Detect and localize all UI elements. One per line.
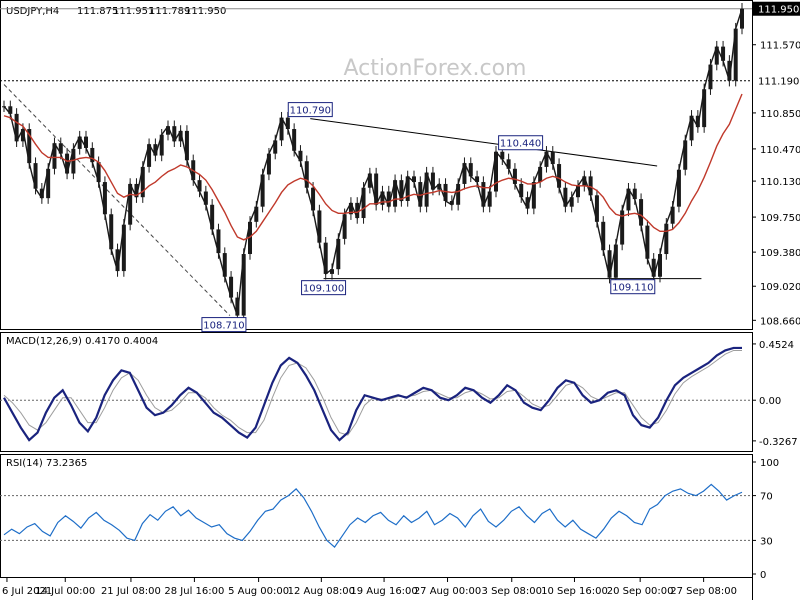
time-tick-label: 28 Jul 16:00	[164, 586, 224, 597]
price-tick-label: 109.020	[760, 282, 800, 293]
chart-svg: ActionForex.com USDJPY,H4 111.875 111.95…	[0, 0, 800, 600]
pivot-label-text: 110.440	[500, 139, 541, 150]
level-label: 111.190	[758, 77, 799, 88]
time-tick-label: 21 Jul 08:00	[101, 586, 161, 597]
macd-tick-label: 0.4524	[759, 340, 794, 351]
pivot-label-text: 108.710	[203, 321, 244, 332]
time-tick-label: 5 Aug 00:00	[228, 586, 289, 597]
time-tick-label: 14 Jul 00:00	[35, 586, 95, 597]
price-tick-label: 111.570	[760, 41, 800, 52]
macd-tick-label: 0.00	[759, 396, 781, 407]
time-tick-label: 3 Sep 08:00	[482, 586, 542, 597]
macd-tick-label: -0.3267	[759, 437, 798, 448]
price-tick-label: 110.130	[760, 177, 800, 188]
rsi-tick-label: 70	[760, 492, 773, 503]
time-tick-label: 12 Aug 08:00	[288, 586, 355, 597]
close-value: 111.950	[185, 6, 226, 17]
symbol-header: USDJPY,H4	[6, 6, 59, 17]
rsi-header: RSI(14) 73.2365	[6, 458, 87, 469]
price-tick-label: 109.380	[760, 248, 800, 259]
usdjpy-chart: ActionForex.com USDJPY,H4 111.875 111.95…	[0, 0, 800, 600]
rsi-tick-label: 0	[760, 570, 766, 581]
price-tick-label: 110.850	[760, 109, 800, 120]
chart-background	[0, 0, 800, 600]
time-tick-label: 10 Sep 16:00	[541, 586, 608, 597]
watermark-text: ActionForex.com	[344, 56, 527, 81]
pivot-label-text: 109.110	[612, 283, 653, 294]
current-price-label: 111.950	[758, 5, 799, 16]
time-tick-label: 27 Aug 00:00	[414, 586, 481, 597]
pivot-label-text: 109.100	[303, 284, 344, 295]
time-tick-label: 19 Aug 16:00	[350, 586, 417, 597]
price-tick-label: 109.750	[760, 213, 800, 224]
time-tick-label: 27 Sep 08:00	[670, 586, 737, 597]
price-tick-label: 110.470	[760, 145, 800, 156]
rsi-tick-label: 30	[760, 536, 773, 547]
time-tick-label: 20 Sep 00:00	[607, 586, 674, 597]
rsi-tick-label: 100	[760, 458, 779, 469]
macd-header: MACD(12,26,9) 0.4170 0.4004	[6, 336, 158, 347]
price-tick-label: 108.660	[760, 316, 800, 327]
pivot-label-text: 110.790	[290, 106, 331, 117]
